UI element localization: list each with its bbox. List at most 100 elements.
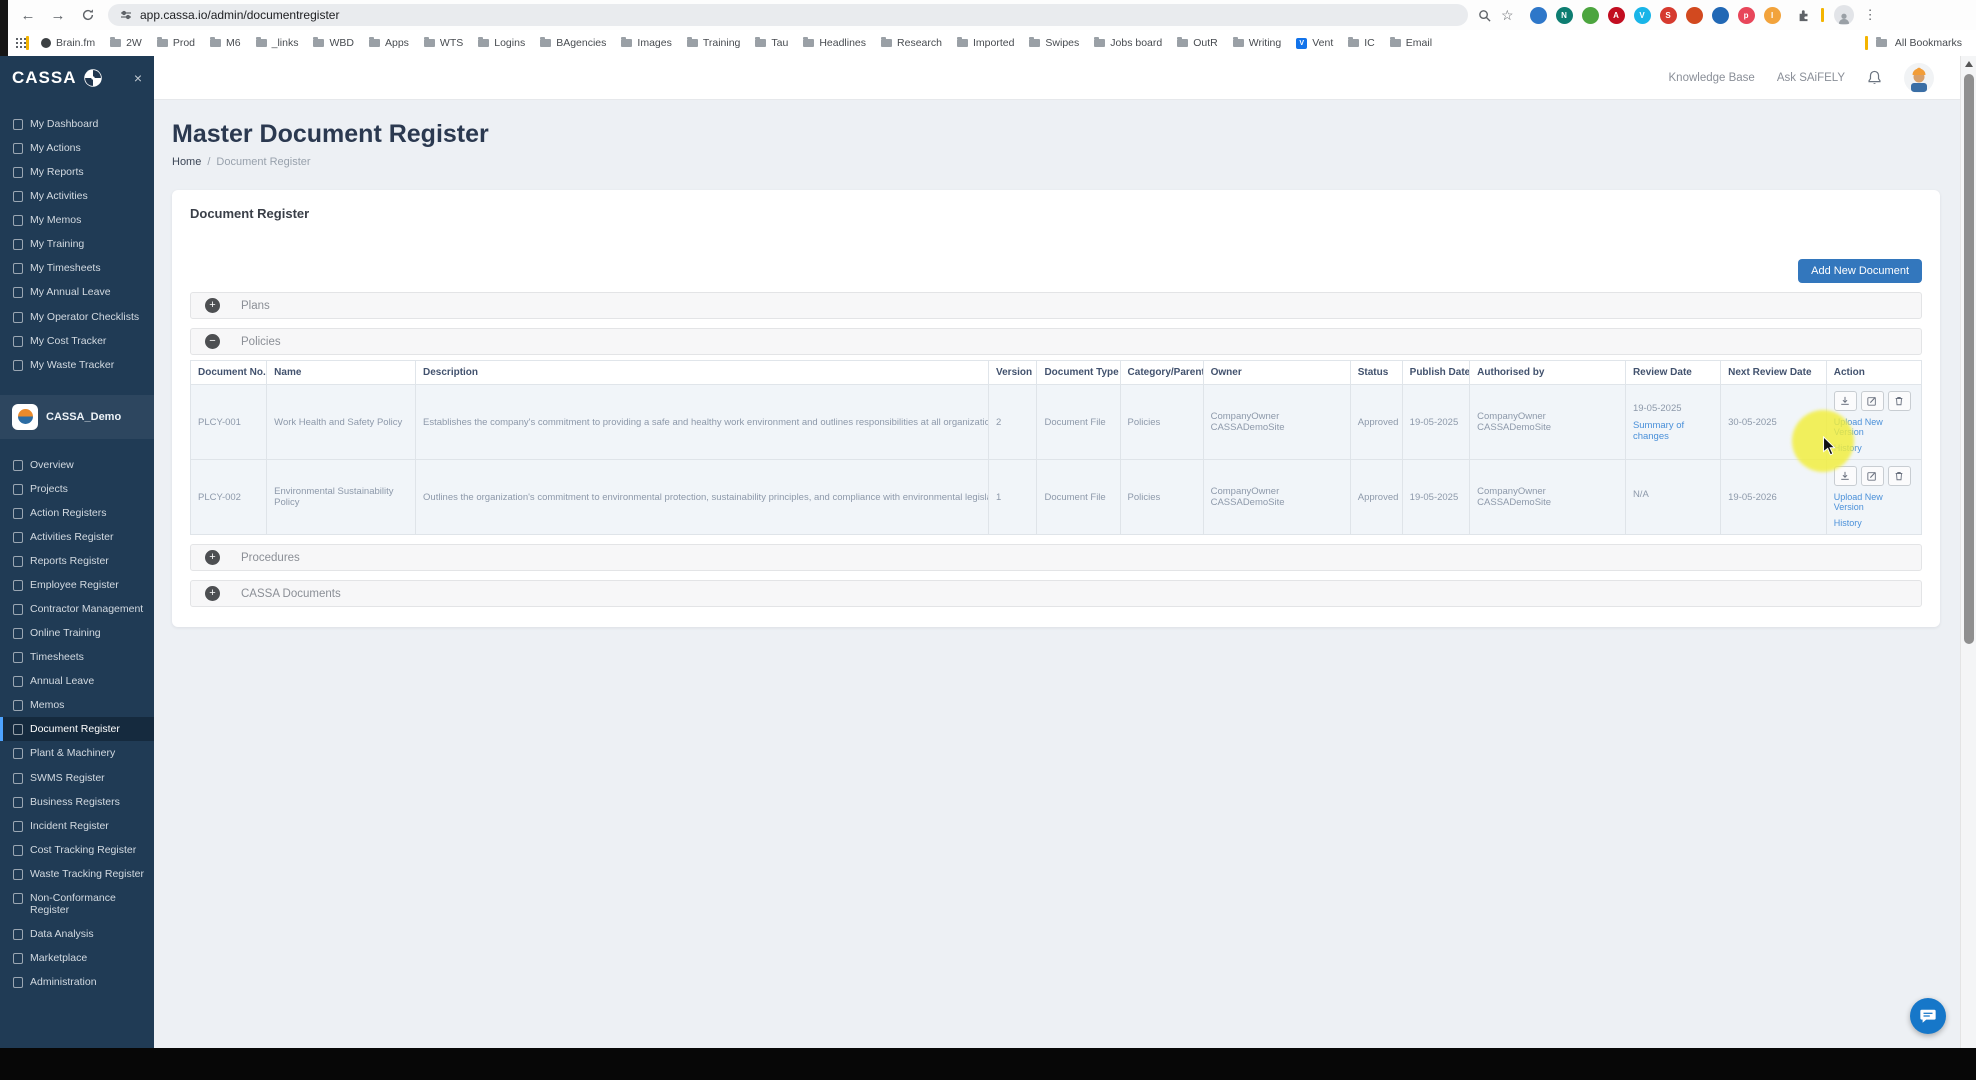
bookmark-item[interactable]: V OutR <box>1177 37 1218 49</box>
accordion-cassa-documents[interactable]: + CASSA Documents <box>190 580 1922 607</box>
user-avatar[interactable] <box>1904 62 1934 93</box>
bookmark-item[interactable]: V Training <box>686 37 740 49</box>
sidebar-item[interactable]: My Activities <box>0 184 154 208</box>
bookmark-item[interactable]: V Brain.fm <box>41 37 95 49</box>
back-icon[interactable]: ← <box>18 7 38 24</box>
url-bar[interactable]: app.cassa.io/admin/documentregister <box>108 4 1468 26</box>
add-new-document-button[interactable]: Add New Document <box>1798 259 1922 283</box>
history-link[interactable]: History <box>1834 518 1914 528</box>
bookmark-item[interactable]: V Writing <box>1232 37 1281 49</box>
bookmark-item[interactable]: V Logins <box>478 37 525 49</box>
sidebar-item[interactable]: Contractor Management <box>0 597 154 621</box>
extension-icon[interactable]: V <box>1633 6 1651 24</box>
company-switcher[interactable]: CASSA_Demo <box>0 394 154 439</box>
sidebar-item[interactable]: Action Registers <box>0 501 154 525</box>
bookmark-item[interactable]: V Imported <box>956 37 1014 49</box>
sidebar-item[interactable]: My Actions <box>0 136 154 160</box>
extension-icon[interactable]: N <box>1555 6 1573 24</box>
upload-new-version-link[interactable]: Upload New Version <box>1834 492 1914 512</box>
extension-icon[interactable] <box>1529 6 1547 24</box>
ask-saifely-link[interactable]: Ask SAiFELY <box>1777 72 1845 84</box>
scrollbar-up-arrow[interactable] <box>1965 61 1973 67</box>
bookmark-item[interactable]: V Images <box>621 37 672 49</box>
sidebar-item[interactable]: Timesheets <box>0 645 154 669</box>
sidebar-item[interactable]: My Reports <box>0 160 154 184</box>
sidebar-item[interactable]: My Cost Tracker <box>0 329 154 353</box>
notifications-bell-icon[interactable] <box>1867 70 1882 86</box>
extension-icon[interactable]: A <box>1607 6 1625 24</box>
accordion-procedures[interactable]: + Procedures <box>190 544 1922 571</box>
sidebar-item[interactable]: Waste Tracking Register <box>0 862 154 886</box>
knowledge-base-link[interactable]: Knowledge Base <box>1669 72 1755 84</box>
extension-icon[interactable] <box>1711 6 1729 24</box>
bookmark-item[interactable]: V WTS <box>423 37 463 49</box>
sidebar-item[interactable]: Cost Tracking Register <box>0 838 154 862</box>
bookmark-item[interactable]: V Prod <box>156 37 195 49</box>
bookmark-item[interactable]: V IC <box>1348 37 1375 49</box>
sidebar-item[interactable]: Online Training <box>0 621 154 645</box>
bookmark-item[interactable]: V WBD <box>313 37 354 49</box>
page-scrollbar[interactable] <box>1960 56 1976 1048</box>
sidebar-item[interactable]: My Annual Leave <box>0 280 154 304</box>
sidebar-item[interactable]: My Timesheets <box>0 256 154 280</box>
breadcrumb-home[interactable]: Home <box>172 156 201 168</box>
sidebar-item[interactable]: My Dashboard <box>0 112 154 136</box>
bookmark-star-icon[interactable]: ☆ <box>1501 7 1514 24</box>
bookmark-item[interactable]: V BAgencies <box>540 37 606 49</box>
bookmark-item[interactable]: V Swipes <box>1029 37 1079 49</box>
download-button[interactable] <box>1833 466 1857 486</box>
edit-button[interactable] <box>1860 391 1884 411</box>
sidebar-item[interactable]: Overview <box>0 453 154 477</box>
search-icon[interactable] <box>1478 9 1491 22</box>
sidebar-item[interactable]: SWMS Register <box>0 766 154 790</box>
sidebar-item[interactable]: Activities Register <box>0 525 154 549</box>
history-link[interactable]: History <box>1834 443 1914 453</box>
edit-button[interactable] <box>1860 466 1884 486</box>
bookmark-item[interactable]: V Vent <box>1296 37 1333 49</box>
summary-of-changes-link[interactable]: Summary of changes <box>1633 420 1713 442</box>
sidebar-item[interactable]: Memos <box>0 693 154 717</box>
bookmark-item[interactable]: V Research <box>881 37 942 49</box>
bookmark-item[interactable]: V Email <box>1389 37 1432 49</box>
sidebar-item[interactable]: Incident Register <box>0 814 154 838</box>
download-button[interactable] <box>1833 391 1857 411</box>
sidebar-item[interactable]: Data Analysis <box>0 922 154 946</box>
site-settings-icon[interactable] <box>120 9 132 21</box>
bookmark-item[interactable]: V _links <box>255 37 298 49</box>
extension-icon[interactable]: S <box>1659 6 1677 24</box>
upload-new-version-link[interactable]: Upload New Version <box>1834 417 1914 437</box>
accordion-policies[interactable]: − Policies <box>190 328 1922 355</box>
expand-plus-icon[interactable]: + <box>205 586 220 601</box>
sidebar-item[interactable]: My Waste Tracker <box>0 353 154 377</box>
extension-icon[interactable] <box>1581 6 1599 24</box>
delete-button[interactable] <box>1887 466 1911 486</box>
expand-plus-icon[interactable]: + <box>205 298 220 313</box>
sidebar-item[interactable]: Marketplace <box>0 946 154 970</box>
browser-menu-icon[interactable]: ⋮ <box>1864 7 1877 23</box>
delete-button[interactable] <box>1887 391 1911 411</box>
sidebar-item[interactable]: Annual Leave <box>0 669 154 693</box>
bookmark-item[interactable]: V Jobs board <box>1094 37 1162 49</box>
sidebar-item[interactable]: Employee Register <box>0 573 154 597</box>
sidebar-item[interactable]: Projects <box>0 477 154 501</box>
sidebar-item[interactable]: Reports Register <box>0 549 154 573</box>
extensions-puzzle-icon[interactable] <box>1797 8 1811 22</box>
sidebar-item[interactable]: Document Register <box>0 717 154 742</box>
sidebar-close-icon[interactable]: × <box>134 70 142 86</box>
apps-grid-icon[interactable] <box>16 38 18 40</box>
chat-widget-button[interactable] <box>1910 998 1946 1034</box>
reload-icon[interactable] <box>78 8 98 22</box>
sidebar-item[interactable]: Non-Conformance Register <box>0 886 154 922</box>
sidebar-item[interactable]: Plant & Machinery <box>0 741 154 765</box>
extension-icon[interactable]: p <box>1737 6 1755 24</box>
extension-icon[interactable]: I <box>1763 6 1781 24</box>
bookmark-item[interactable]: V Headlines <box>803 37 866 49</box>
accordion-plans[interactable]: + Plans <box>190 292 1922 319</box>
forward-icon[interactable]: → <box>48 7 68 24</box>
sidebar-item[interactable]: Business Registers <box>0 790 154 814</box>
bookmark-item[interactable]: V 2W <box>110 37 142 49</box>
bookmark-item[interactable]: V Tau <box>755 37 788 49</box>
bookmark-item[interactable]: V Apps <box>368 37 409 49</box>
scrollbar-thumb[interactable] <box>1964 74 1974 644</box>
collapse-minus-icon[interactable]: − <box>205 334 220 349</box>
